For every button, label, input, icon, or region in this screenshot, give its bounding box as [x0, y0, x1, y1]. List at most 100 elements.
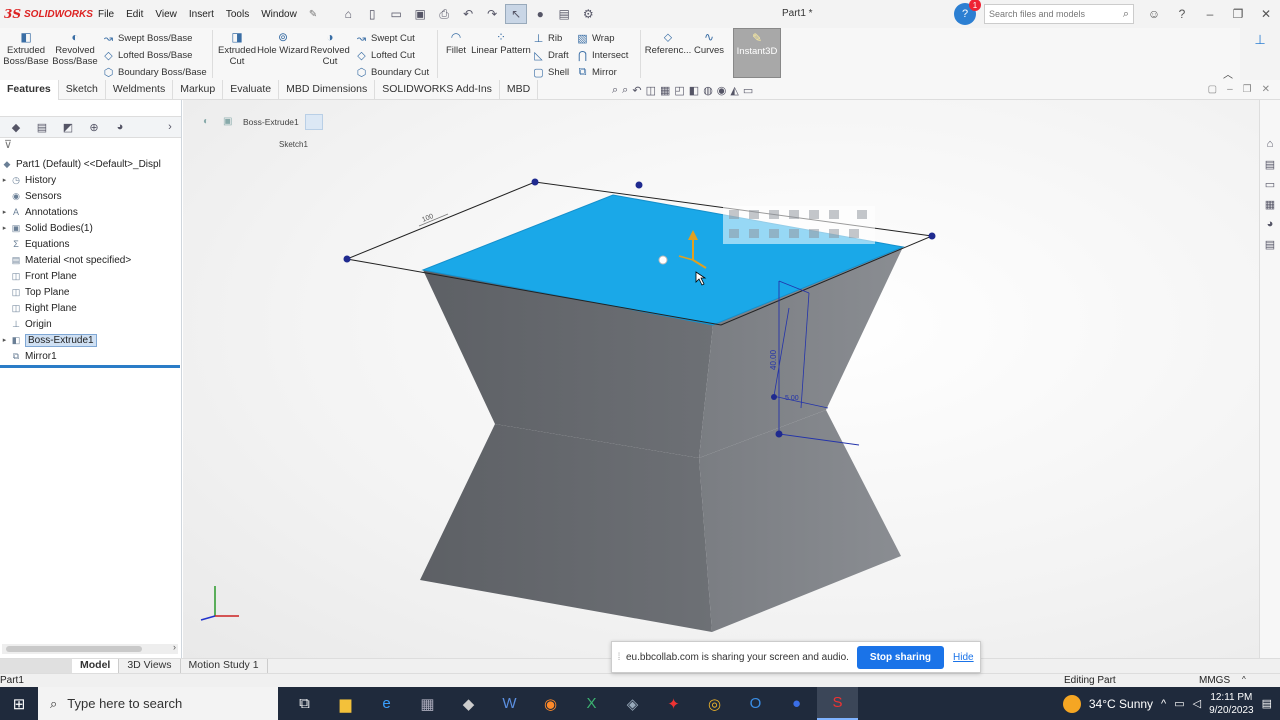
file-explorer-icon[interactable]: ▭ — [1262, 178, 1278, 194]
model-viewport[interactable]: 100 40.00 5.00 — [183, 100, 1259, 658]
revolved-boss-button[interactable]: ◐ Revolved Boss/Base — [52, 28, 98, 80]
sketch-point[interactable] — [928, 232, 936, 240]
redo-icon[interactable]: ↷ — [481, 4, 503, 24]
tree-root[interactable]: ◆ Part1 (Default) <<Default>_Displ — [0, 156, 181, 172]
rebuild-icon[interactable]: ● — [529, 4, 551, 24]
dimxpert-tab-icon[interactable]: ⊕ — [84, 121, 104, 134]
scroll-right-icon[interactable]: › — [173, 642, 176, 652]
open-icon[interactable]: ▭ — [385, 4, 407, 24]
revolved-cut-button[interactable]: ◑ Revolved Cut — [309, 28, 351, 80]
tree-item[interactable]: ▸ ▣ Solid Bodies(1) — [0, 220, 181, 236]
weather-sun-icon[interactable] — [1062, 694, 1081, 713]
weather-text[interactable]: 34°C Sunny — [1089, 697, 1153, 711]
taskbar-search-input[interactable]: ⌕ Type here to search — [38, 687, 278, 720]
menu-edit[interactable]: Edit — [120, 9, 149, 20]
lower-left-face[interactable] — [420, 424, 712, 632]
minimize-icon[interactable]: – — [1196, 7, 1224, 21]
graphics-area[interactable]: ◐ ▣ Boss-Extrude1 Sketch1 100 40.00 5.00 — [183, 100, 1259, 658]
file-properties-icon[interactable]: ▤ — [553, 4, 575, 24]
horizontal-scrollbar[interactable]: › — [2, 642, 178, 654]
design-library-icon[interactable]: ▤ — [1262, 158, 1278, 174]
expand-arrow-icon[interactable]: ▸ — [0, 224, 9, 232]
boundary-boss-button[interactable]: ⬡ Boundary Boss/Base — [102, 64, 208, 80]
chevron-up-icon[interactable]: ^ — [1161, 698, 1166, 710]
feature-manager-tab-icon[interactable]: ◆ — [6, 121, 26, 134]
tab-mbd-dimensions[interactable]: MBD Dimensions — [279, 80, 376, 100]
tile-icon[interactable]: ▢ — [1208, 84, 1217, 95]
appearances-icon[interactable]: ◕ — [1262, 218, 1278, 234]
collapse-ribbon-icon[interactable]: ︿ — [1223, 66, 1233, 81]
hole-wizard-button[interactable]: ⊚ Hole Wizard — [257, 28, 309, 80]
search-icon[interactable]: ⌕ — [1123, 8, 1129, 21]
save-icon[interactable]: ▣ — [409, 4, 431, 24]
lofted-cut-button[interactable]: ◇ Lofted Cut — [355, 47, 433, 63]
dimension-endpoint[interactable] — [771, 394, 777, 400]
expand-arrow-icon[interactable]: ▸ — [0, 176, 9, 184]
tab-features[interactable]: Features — [0, 80, 59, 100]
linear-pattern-button[interactable]: ⁘ Linear Pattern — [470, 28, 532, 80]
rollback-bar[interactable] — [0, 365, 180, 368]
new-document-icon[interactable]: ▯ — [361, 4, 383, 24]
tree-item[interactable]: ▸ A Annotations — [0, 204, 181, 220]
display-style-icon[interactable]: ◧ — [689, 84, 699, 97]
custom-properties-icon[interactable]: ▤ — [1262, 238, 1278, 254]
tree-item[interactable]: ◫ Front Plane — [0, 268, 181, 284]
expand-arrow-icon[interactable]: ▸ — [0, 208, 9, 216]
dimension-endpoint[interactable] — [775, 430, 783, 438]
tab-evaluate[interactable]: Evaluate — [223, 80, 280, 100]
instant3d-button[interactable]: ✎ Instant3D — [733, 28, 781, 78]
tree-item[interactable]: ⧉ Mirror1 — [0, 348, 181, 364]
tree-item[interactable]: ▸ ◧ Boss-Extrude1 — [0, 332, 181, 348]
tree-item[interactable]: Σ Equations — [0, 236, 181, 252]
wrap-button[interactable]: ▧ Wrap — [576, 30, 636, 46]
help-icon[interactable]: ? — [1168, 7, 1196, 21]
user-icon[interactable]: ☺ — [1140, 7, 1168, 21]
outlook-app-icon[interactable]: O — [735, 687, 776, 720]
tab-markup[interactable]: Markup — [173, 80, 224, 100]
solidworks-app-icon[interactable]: S — [817, 687, 858, 720]
pin-icon[interactable]: ✎ — [303, 9, 323, 20]
help-bubble-icon[interactable]: ? 1 — [954, 0, 981, 25]
edge-app-icon[interactable]: e — [366, 687, 407, 720]
windows-start-icon[interactable]: ⊞ — [0, 695, 38, 713]
pin-ribbon-icon[interactable]: ⊥ — [1254, 32, 1265, 80]
view-palette-icon[interactable]: ▦ — [1262, 198, 1278, 214]
select-icon[interactable]: ↖ — [505, 4, 528, 24]
rib-button[interactable]: ⊥ Rib — [532, 30, 576, 46]
tab-mbd[interactable]: MBD — [500, 80, 539, 100]
zoom-to-fit-icon[interactable]: ⌕ — [612, 84, 618, 97]
home-icon[interactable]: ⌂ — [337, 4, 359, 24]
reference-geometry-button[interactable]: ⬦ Referenc... — [645, 28, 691, 80]
view-settings-icon[interactable]: ▭ — [743, 84, 753, 97]
status-units[interactable]: MMGS — [1199, 675, 1230, 686]
menu-window[interactable]: Window — [255, 9, 303, 20]
tab-3d-views[interactable]: 3D Views — [119, 659, 181, 673]
search-input[interactable]: Search files and models ⌕ — [984, 4, 1134, 24]
property-manager-tab-icon[interactable]: ▤ — [32, 121, 52, 134]
print-icon[interactable]: ⎙ — [433, 4, 455, 24]
app-icon[interactable]: ◆ — [448, 687, 489, 720]
app-icon[interactable]: ◈ — [612, 687, 653, 720]
restore-icon[interactable]: ❐ — [1224, 7, 1252, 21]
tree-item[interactable]: ◫ Right Plane — [0, 300, 181, 316]
tab-solidworks-addins[interactable]: SOLIDWORKS Add-Ins — [375, 80, 500, 100]
tab-sketch[interactable]: Sketch — [59, 80, 106, 100]
status-caret-icon[interactable]: ^ — [1242, 675, 1246, 684]
sketch-point[interactable] — [343, 255, 351, 263]
tab-motion-study[interactable]: Motion Study 1 — [181, 659, 268, 673]
display-manager-tab-icon[interactable]: ◕ — [110, 121, 130, 133]
menu-tools[interactable]: Tools — [220, 9, 255, 20]
scene-icon[interactable]: ◭ — [730, 84, 738, 97]
app-icon[interactable]: ● — [776, 687, 817, 720]
shell-button[interactable]: ▢ Shell — [532, 64, 576, 80]
chrome-app-icon[interactable]: ◎ — [694, 687, 735, 720]
menu-file[interactable]: File — [92, 9, 120, 20]
notifications-icon[interactable]: ▤ — [1262, 697, 1272, 710]
tab-model[interactable]: Model — [72, 659, 120, 673]
filter-icon[interactable]: ⊽ — [0, 138, 181, 156]
tree-item[interactable]: ▸ ◷ History — [0, 172, 181, 188]
expand-arrow-icon[interactable]: ▸ — [0, 336, 9, 344]
angle-dimension-text[interactable]: 5.00 — [785, 395, 799, 402]
configuration-manager-tab-icon[interactable]: ◩ — [58, 121, 78, 134]
task-view-icon[interactable]: ⧉ — [284, 687, 325, 720]
